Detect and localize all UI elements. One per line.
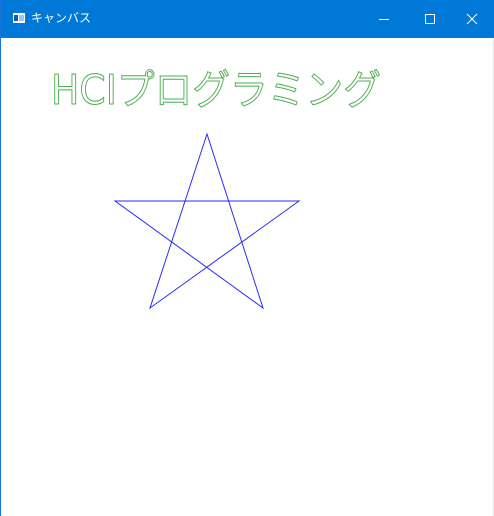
maximize-button[interactable] [407,0,453,38]
minimize-icon [379,19,389,20]
app-window: キャンバス HCIプログラミング [0,0,494,516]
window-title: キャンバス [31,11,92,25]
close-icon [466,13,478,25]
canvas-area[interactable]: HCIプログラミング [1,38,494,516]
canvas-drawing: HCIプログラミング [51,66,382,310]
minimize-button[interactable] [361,0,407,38]
window-app-icon [13,13,25,23]
maximize-icon [425,14,435,24]
close-button[interactable] [449,0,494,38]
canvas-outline-text: HCIプログラミング [51,66,381,114]
title-bar[interactable]: キャンバス [1,0,494,38]
star-shape [113,132,301,310]
